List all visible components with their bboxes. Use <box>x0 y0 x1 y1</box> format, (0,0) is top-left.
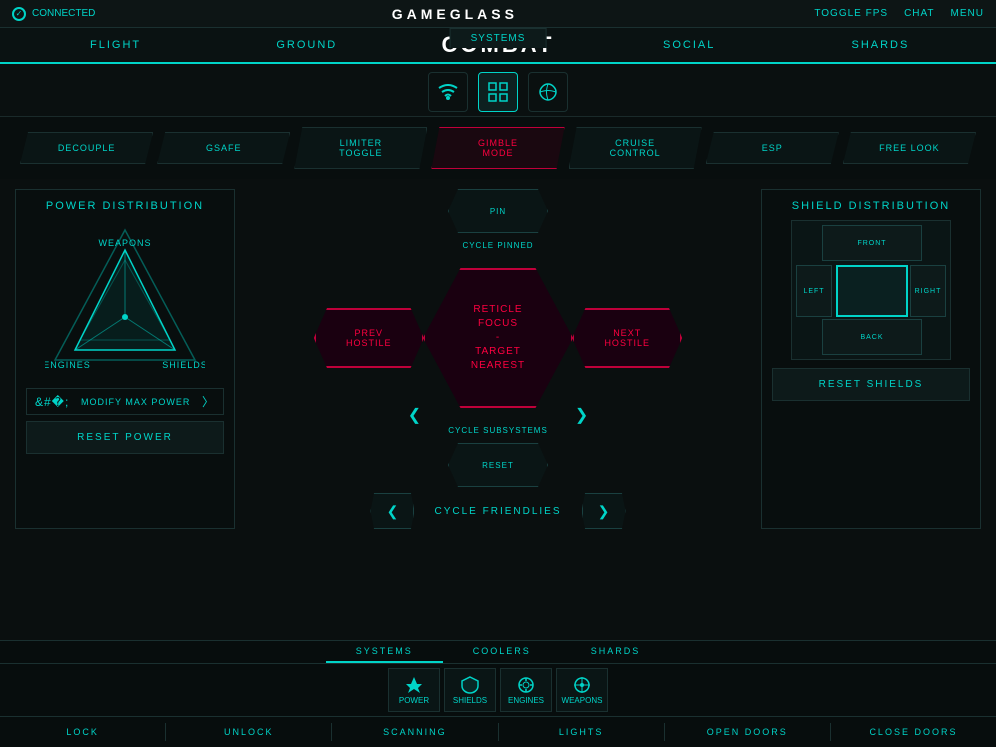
cycle-friendlies-prev-btn[interactable]: ❮ <box>370 493 414 529</box>
pin-btn[interactable]: PIN <box>448 189 548 233</box>
power-controls: &#�; MODIFY MAX POWER 〉 <box>26 388 224 415</box>
tab-systems[interactable]: SYSTEMS <box>326 641 443 663</box>
cycle-friendlies-next-btn[interactable]: ❯ <box>582 493 626 529</box>
toggle-fps-button[interactable]: TOGGLE FPS <box>814 8 888 19</box>
svg-text:ENGINES: ENGINES <box>45 360 91 370</box>
shield-panel-title: SHIELD DISTRIBUTION <box>772 200 970 212</box>
cycle-subsystems-label: CYCLE SUBSYSTEMS <box>448 426 548 435</box>
connected-label: CONNECTED <box>32 8 95 19</box>
menu-button[interactable]: MENU <box>951 8 984 19</box>
svg-text:SHIELDS: SHIELDS <box>162 360 205 370</box>
systems-nav: SYSTEMS FLIGHT GROUND COMBAT SOCIAL SHAR… <box>0 28 996 64</box>
scanning-btn[interactable]: SCANNING <box>332 723 498 741</box>
gimble-mode-btn[interactable]: GIMBLEMODE <box>431 127 564 169</box>
modify-max-power-label: MODIFY MAX POWER <box>81 397 190 407</box>
cycle-friendlies-label: CYCLE FRIENDLIES <box>434 506 561 517</box>
main-content: POWER DISTRIBUTION WEAPONS SHIELDS ENGIN… <box>0 179 996 539</box>
reset-target-btn[interactable]: RESET <box>448 443 548 487</box>
reticle-focus-label: RETICLEFOCUS-TARGETNEAREST <box>471 303 525 373</box>
tab-shards[interactable]: SHARDS <box>561 641 671 663</box>
engines-icon-btn[interactable]: ENGINES <box>500 668 552 712</box>
shield-left[interactable]: LEFT <box>796 265 832 317</box>
power-panel-title: POWER DISTRIBUTION <box>26 200 224 212</box>
target-display: PIN CYCLE PINNED ❮ PREVHOSTILE RETICLEFO… <box>308 189 688 487</box>
shields-icon-btn[interactable]: SHIELDS <box>444 668 496 712</box>
power-icon-btn[interactable]: POWER <box>388 668 440 712</box>
arrow-right-lower-btn[interactable]: ❯ <box>575 405 588 425</box>
title-glass: GLASS <box>450 6 518 22</box>
bottom-actions: LOCK UNLOCK SCANNING LIGHTS OPEN DOORS C… <box>0 717 996 747</box>
systems-tab[interactable]: SYSTEMS <box>450 28 547 48</box>
esp-btn[interactable]: ESP <box>706 132 839 164</box>
wifi-icon-btn[interactable] <box>428 72 468 112</box>
svg-text:WEAPONS: WEAPONS <box>98 238 151 248</box>
cycle-pinned-label: CYCLE PINNED <box>462 241 533 250</box>
power-decrease-btn[interactable]: &#�; <box>35 395 69 409</box>
targeting-panel: PIN CYCLE PINNED ❮ PREVHOSTILE RETICLEFO… <box>245 189 751 529</box>
weapons-icon-label: WEAPONS <box>562 696 603 705</box>
secondary-nav <box>0 64 996 117</box>
shield-right[interactable]: RIGHT <box>910 265 946 317</box>
bottom-section: SYSTEMS COOLERS SHARDS POWER SHIELDS <box>0 640 996 747</box>
reticle-focus-btn[interactable]: RETICLEFOCUS-TARGETNEAREST <box>423 268 573 408</box>
next-hostile-btn[interactable]: NEXTHOSTILE <box>572 308 682 368</box>
grid-icon-btn[interactable] <box>478 72 518 112</box>
gsafe-btn[interactable]: GSAFE <box>157 132 290 164</box>
reset-shields-btn[interactable]: RESET SHIELDS <box>772 368 970 401</box>
nav-social[interactable]: SOCIAL <box>594 31 785 59</box>
limiter-toggle-btn[interactable]: LIMITERTOGGLE <box>294 127 427 169</box>
connected-icon <box>12 7 26 21</box>
tab-coolers[interactable]: COOLERS <box>443 641 561 663</box>
chat-button[interactable]: CHAT <box>904 8 934 19</box>
decouple-btn[interactable]: DECOUPLE <box>20 132 153 164</box>
lights-btn[interactable]: LIGHTS <box>499 723 665 741</box>
shields-icon-label: SHIELDS <box>453 696 487 705</box>
leaf-icon-btn[interactable] <box>528 72 568 112</box>
power-triangle: WEAPONS SHIELDS ENGINES <box>45 220 205 380</box>
open-doors-btn[interactable]: OPEN DOORS <box>665 723 831 741</box>
power-icon-label: POWER <box>399 696 429 705</box>
close-doors-btn[interactable]: CLOSE DOORS <box>831 723 996 741</box>
title-game: GAME <box>392 6 450 22</box>
top-right-actions: TOGGLE FPS CHAT MENU <box>814 8 984 19</box>
nav-shards[interactable]: SHARDS <box>785 31 976 59</box>
lock-btn[interactable]: LOCK <box>0 723 166 741</box>
bottom-tabs: SYSTEMS COOLERS SHARDS <box>0 641 996 664</box>
bottom-icons: POWER SHIELDS ENGINES <box>0 664 996 717</box>
nav-flight[interactable]: FLIGHT <box>20 31 211 59</box>
app-title: GAMEGLASS <box>392 6 518 22</box>
shield-diagram: FRONT LEFT RIGHT BACK <box>791 220 951 360</box>
weapons-icon-btn[interactable]: WEAPONS <box>556 668 608 712</box>
power-distribution-panel: POWER DISTRIBUTION WEAPONS SHIELDS ENGIN… <box>15 189 235 529</box>
cruise-control-btn[interactable]: CRUISECONTROL <box>569 127 702 169</box>
connected-badge: CONNECTED <box>12 7 95 21</box>
nav-ground[interactable]: GROUND <box>211 31 402 59</box>
shield-center <box>836 265 908 317</box>
arrow-left-lower-btn[interactable]: ❮ <box>408 405 421 425</box>
prev-hostile-btn[interactable]: PREVHOSTILE <box>314 308 424 368</box>
engines-icon-label: ENGINES <box>508 696 544 705</box>
unlock-btn[interactable]: UNLOCK <box>166 723 332 741</box>
shield-back[interactable]: BACK <box>822 319 922 355</box>
shield-distribution-panel: SHIELD DISTRIBUTION FRONT LEFT RIGHT BAC… <box>761 189 981 529</box>
shield-front[interactable]: FRONT <box>822 225 922 261</box>
free-look-btn[interactable]: FREE LOOK <box>843 132 976 164</box>
func-row: DECOUPLE GSAFE LIMITERTOGGLE GIMBLEMODE … <box>0 117 996 179</box>
cycle-friendlies-row: ❮ CYCLE FRIENDLIES ❯ <box>370 493 625 529</box>
reset-power-btn[interactable]: RESET POWER <box>26 421 224 454</box>
power-increase-btn[interactable]: 〉 <box>202 393 215 410</box>
